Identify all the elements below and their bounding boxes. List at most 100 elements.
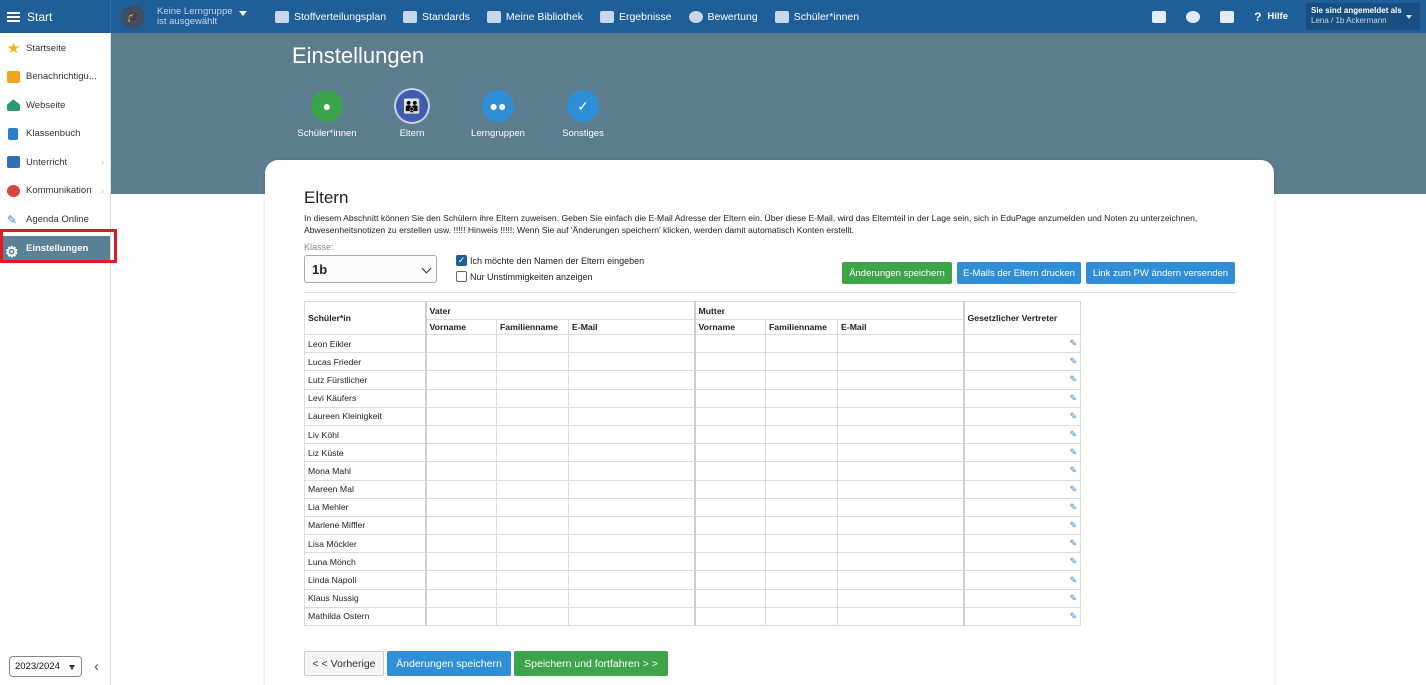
mother-last-input[interactable] [765, 515, 838, 536]
pencil-icon[interactable]: ✎ [1069, 374, 1077, 384]
mother-email-input[interactable] [837, 570, 965, 590]
collapse-sidebar-icon[interactable]: ‹ [94, 658, 99, 675]
father-first-input[interactable] [425, 606, 497, 627]
mother-email-input[interactable] [837, 370, 965, 390]
step-lerngruppen[interactable]: ●● Lerngruppen [453, 90, 543, 139]
checkbox-parent-names[interactable]: ✓ Ich möchte den Namen der Eltern eingebe… [456, 255, 644, 266]
father-first-input[interactable] [425, 588, 497, 608]
send-pw-link-button[interactable]: Link zum PW ändern versenden [1086, 262, 1235, 284]
father-last-input[interactable] [496, 570, 569, 590]
edit-guardian-cell[interactable]: ✎ [963, 552, 1081, 572]
save-continue-button[interactable]: Speichern und fortfahren > > [514, 651, 668, 676]
father-email-input[interactable] [568, 534, 696, 554]
father-email-input[interactable] [568, 424, 696, 445]
mother-email-input[interactable] [837, 588, 965, 608]
mother-email-input[interactable] [837, 479, 965, 499]
nav-bewertung[interactable]: Bewertung [688, 10, 758, 23]
father-first-input[interactable] [425, 352, 497, 372]
pencil-icon[interactable]: ✎ [1069, 538, 1077, 548]
pencil-icon[interactable]: ✎ [1069, 611, 1077, 621]
father-first-input[interactable] [425, 388, 497, 408]
mother-last-input[interactable] [765, 479, 838, 499]
pencil-icon[interactable]: ✎ [1069, 447, 1077, 457]
mother-first-input[interactable] [694, 552, 766, 572]
father-email-input[interactable] [568, 461, 696, 481]
father-first-input[interactable] [425, 370, 497, 390]
mother-first-input[interactable] [694, 570, 766, 590]
father-first-input[interactable] [425, 424, 497, 445]
mother-email-input[interactable] [837, 534, 965, 554]
mother-first-input[interactable] [694, 588, 766, 608]
father-email-input[interactable] [568, 606, 696, 627]
father-last-input[interactable] [496, 424, 569, 445]
father-last-input[interactable] [496, 515, 569, 536]
pencil-icon[interactable]: ✎ [1069, 520, 1077, 530]
edit-guardian-cell[interactable]: ✎ [963, 406, 1081, 426]
mother-first-input[interactable] [694, 424, 766, 445]
group-selector[interactable]: 🎓 Keine Lerngruppe ist ausgewählt [121, 4, 251, 29]
sidebar-item-unterricht[interactable]: Unterricht › [0, 148, 110, 177]
mother-email-input[interactable] [837, 443, 965, 463]
father-email-input[interactable] [568, 443, 696, 463]
father-last-input[interactable] [496, 333, 569, 354]
sidebar-item-benachrichtigungen[interactable]: Benachrichtigu... [0, 63, 110, 92]
pencil-icon[interactable]: ✎ [1069, 429, 1077, 439]
father-first-input[interactable] [425, 534, 497, 554]
pencil-icon[interactable]: ✎ [1069, 556, 1077, 566]
mother-last-input[interactable] [765, 606, 838, 627]
edit-guardian-cell[interactable]: ✎ [963, 352, 1081, 372]
sidebar-item-klassenbuch[interactable]: Klassenbuch [0, 120, 110, 149]
edit-guardian-cell[interactable]: ✎ [963, 606, 1081, 627]
father-last-input[interactable] [496, 588, 569, 608]
father-last-input[interactable] [496, 552, 569, 572]
mother-email-input[interactable] [837, 497, 965, 517]
edit-guardian-cell[interactable]: ✎ [963, 333, 1081, 354]
mother-first-input[interactable] [694, 497, 766, 517]
mother-first-input[interactable] [694, 515, 766, 536]
mother-email-input[interactable] [837, 406, 965, 426]
step-eltern[interactable]: 👪 Eltern [367, 90, 457, 139]
father-first-input[interactable] [425, 515, 497, 536]
father-email-input[interactable] [568, 388, 696, 408]
father-email-input[interactable] [568, 479, 696, 499]
father-last-input[interactable] [496, 497, 569, 517]
father-first-input[interactable] [425, 497, 497, 517]
checkbox-discrepancies[interactable]: Nur Unstimmigkeiten anzeigen [456, 271, 593, 282]
mother-email-input[interactable] [837, 333, 965, 354]
edit-guardian-cell[interactable]: ✎ [963, 479, 1081, 499]
sidebar-item-webseite[interactable]: Webseite [0, 91, 110, 120]
father-first-input[interactable] [425, 406, 497, 426]
edit-guardian-cell[interactable]: ✎ [963, 370, 1081, 390]
save-changes-bottom-button[interactable]: Änderungen speichern [387, 651, 511, 676]
mother-last-input[interactable] [765, 552, 838, 572]
sidebar-item-startseite[interactable]: Startseite [0, 34, 110, 63]
mother-last-input[interactable] [765, 352, 838, 372]
father-email-input[interactable] [568, 370, 696, 390]
father-email-input[interactable] [568, 570, 696, 590]
father-last-input[interactable] [496, 606, 569, 627]
father-last-input[interactable] [496, 370, 569, 390]
school-year-select[interactable]: 2023/2024 [9, 656, 82, 677]
cast-icon[interactable] [1152, 10, 1167, 23]
mother-first-input[interactable] [694, 443, 766, 463]
edit-guardian-cell[interactable]: ✎ [963, 461, 1081, 481]
father-last-input[interactable] [496, 479, 569, 499]
father-email-input[interactable] [568, 352, 696, 372]
mother-last-input[interactable] [765, 406, 838, 426]
mother-email-input[interactable] [837, 352, 965, 372]
edit-guardian-cell[interactable]: ✎ [963, 515, 1081, 536]
father-email-input[interactable] [568, 515, 696, 536]
save-changes-button[interactable]: Änderungen speichern [842, 262, 952, 284]
mother-email-input[interactable] [837, 388, 965, 408]
mother-first-input[interactable] [694, 333, 766, 354]
father-last-input[interactable] [496, 388, 569, 408]
father-last-input[interactable] [496, 406, 569, 426]
father-last-input[interactable] [496, 443, 569, 463]
pencil-icon[interactable]: ✎ [1069, 575, 1077, 585]
nav-schueler[interactable]: Schüler*innen [774, 10, 859, 23]
mother-first-input[interactable] [694, 406, 766, 426]
father-first-input[interactable] [425, 333, 497, 354]
father-email-input[interactable] [568, 333, 696, 354]
mother-first-input[interactable] [694, 534, 766, 554]
mother-first-input[interactable] [694, 370, 766, 390]
